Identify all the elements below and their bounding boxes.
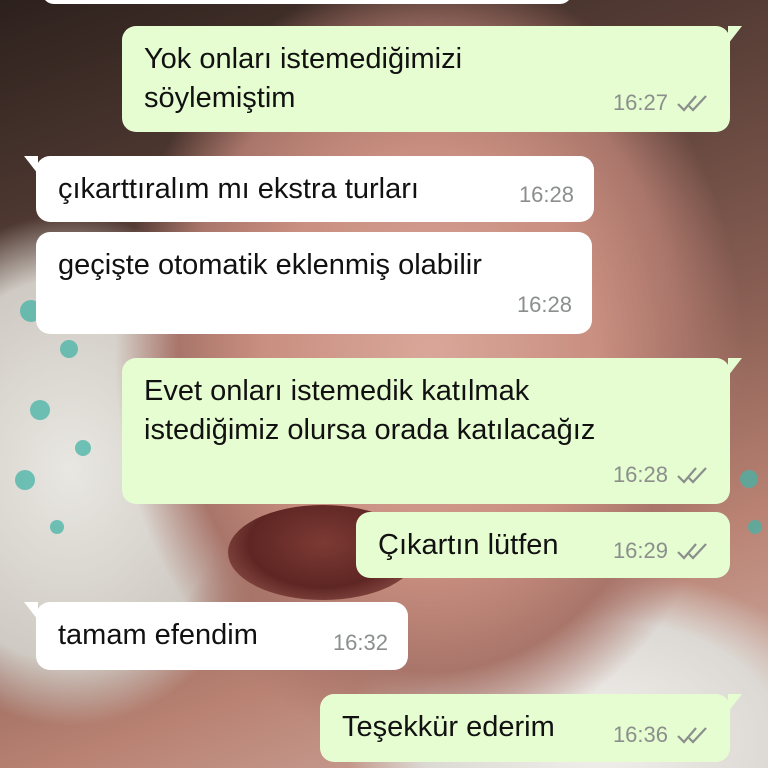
message-bubble-outgoing[interactable]: Evet onları istemedik katılmak istediğim… [122,358,742,504]
message-time: 16:28 [518,182,574,207]
message-bubble-incoming[interactable]: geçişte otomatik eklenmiş olabilir 16:28 [36,232,592,334]
message-bubble-outgoing[interactable]: Çıkartın lütfen 16:29 [356,512,730,578]
message-text: geçişte otomatik eklenmiş olabilir [58,249,482,281]
read-ticks-icon [677,94,707,112]
message-time: 16:27 [612,90,668,115]
message-time: 16:28 [516,292,572,317]
read-ticks-icon [677,542,707,560]
message-bubble-cut-off [42,0,572,4]
message-bubble-outgoing[interactable]: Yok onları istemediğimizi söylemiştim 16… [122,26,742,132]
message-time: 16:36 [612,722,668,747]
read-ticks-icon [677,466,707,484]
message-time: 16:28 [612,462,668,487]
message-bubble-incoming[interactable]: tamam efendim 16:32 [24,602,408,670]
message-bubble-outgoing[interactable]: Teşekkür ederim 16:36 [320,694,742,762]
message-time: 16:29 [612,538,668,563]
read-ticks-icon [677,726,707,744]
message-time: 16:32 [332,630,388,655]
message-text: çıkarttıralım mı ekstra turları [58,173,419,205]
message-text: Evet onları istemedik katılmak istediğim… [144,375,596,446]
message-bubble-incoming[interactable]: çıkarttıralım mı ekstra turları 16:28 [24,156,594,222]
